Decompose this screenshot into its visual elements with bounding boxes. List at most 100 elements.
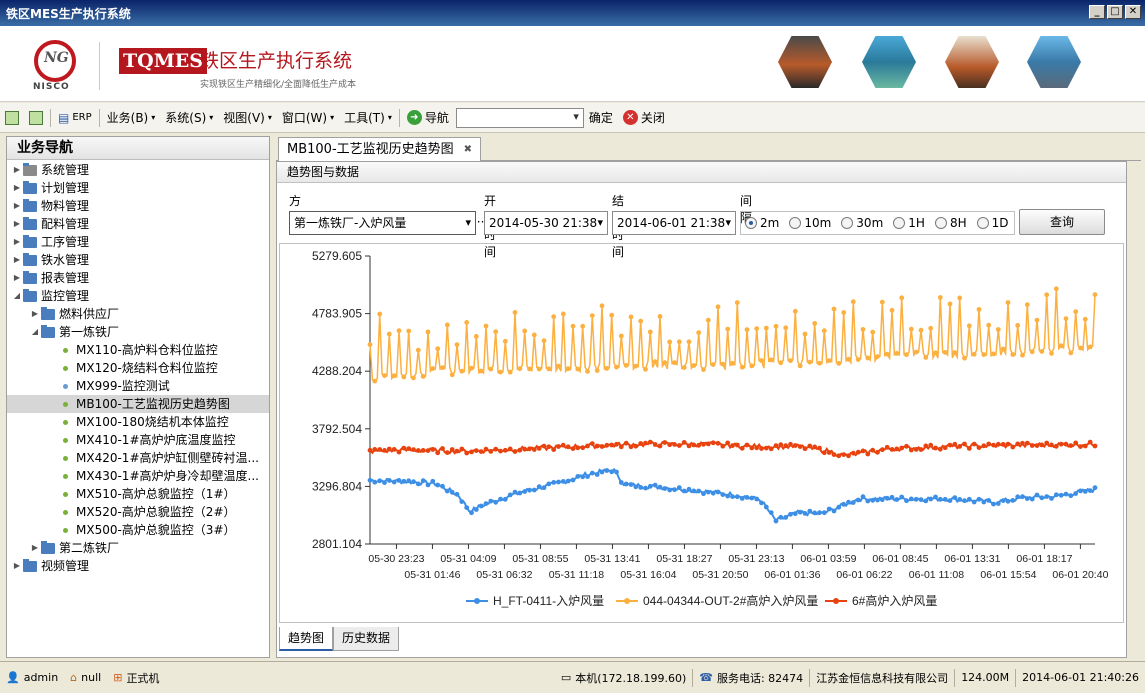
series-point bbox=[386, 478, 392, 483]
series-point bbox=[1073, 309, 1079, 315]
series-point bbox=[614, 364, 619, 370]
menu-window[interactable]: 窗口(W) ▾ bbox=[277, 107, 339, 129]
series-point bbox=[536, 366, 542, 372]
nav-item-process[interactable]: ▶ 工序管理 bbox=[7, 233, 269, 251]
series-point bbox=[575, 445, 581, 451]
series-point bbox=[1010, 444, 1016, 450]
nav-item-ironworks-1[interactable]: ◢ 第一炼铁厂 bbox=[7, 323, 269, 341]
nav-item-mx500[interactable]: MX500-高炉总貌监控（3#） bbox=[7, 521, 269, 539]
nav-item-fuel-plant[interactable]: ▶ 燃料供应厂 bbox=[7, 305, 269, 323]
close-window-button[interactable]: ✕ bbox=[1125, 5, 1141, 19]
nav-item-mb100[interactable]: MB100-工艺监视历史趋势图 bbox=[7, 395, 269, 413]
nav-item-material[interactable]: ▶ 物料管理 bbox=[7, 197, 269, 215]
series-point bbox=[454, 448, 460, 454]
interval-1d[interactable]: 1D bbox=[976, 216, 1008, 230]
nav-item-mx520[interactable]: MX520-高炉总貌监控（2#） bbox=[7, 503, 269, 521]
series-point bbox=[522, 328, 528, 334]
close-tab-icon[interactable]: ✖ bbox=[464, 138, 472, 162]
nav-item-mx510[interactable]: MX510-高炉总貌监控（1#） bbox=[7, 485, 269, 503]
nav-item-plan[interactable]: ▶ 计划管理 bbox=[7, 179, 269, 197]
nav-item-mx120[interactable]: MX120-烧结料仓料位监控 bbox=[7, 359, 269, 377]
erp-button[interactable]: ▤ ERP bbox=[53, 107, 97, 129]
series-point bbox=[821, 328, 827, 334]
query-button[interactable]: 查询 bbox=[1019, 209, 1105, 235]
x-tick-label: 05-31 20:50 bbox=[692, 569, 748, 581]
series-point bbox=[904, 498, 909, 504]
nav-item-video[interactable]: ▶ 视频管理 bbox=[7, 557, 269, 575]
series-point bbox=[952, 441, 958, 447]
tab-history-data[interactable]: 历史数据 bbox=[333, 627, 400, 651]
folder-icon bbox=[41, 306, 55, 320]
y-tick-label: 4783.905 bbox=[312, 307, 362, 321]
series-point bbox=[502, 447, 508, 453]
confirm-button[interactable]: 确定 bbox=[584, 107, 618, 129]
series-point bbox=[652, 482, 658, 488]
series-point bbox=[725, 493, 731, 499]
interval-8h[interactable]: 8H bbox=[934, 216, 967, 230]
series-point bbox=[420, 478, 426, 484]
menu-business[interactable]: 业务(B) ▾ bbox=[102, 107, 161, 129]
start-time-picker[interactable]: 2014-05-30 21:38 bbox=[484, 211, 608, 235]
layout-top-button[interactable] bbox=[24, 107, 48, 129]
interval-30m[interactable]: 30m bbox=[841, 216, 883, 230]
navigate-combo[interactable] bbox=[455, 107, 584, 128]
nav-item-mx430[interactable]: MX430-1#高炉炉身冷却壁温度... bbox=[7, 467, 269, 485]
end-time-picker[interactable]: 2014-06-01 21:38 bbox=[612, 211, 736, 235]
menu-view[interactable]: 视图(V) ▾ bbox=[218, 107, 277, 129]
nav-item-mx420[interactable]: MX420-1#高炉炉缸侧壁砖衬温... bbox=[7, 449, 269, 467]
scheme-select[interactable]: 第一炼铁厂-入炉风量 bbox=[289, 211, 476, 235]
nav-item-mx999[interactable]: MX999-监控测试 bbox=[7, 377, 269, 395]
minimize-button[interactable]: _ bbox=[1089, 5, 1105, 19]
layout-left-button[interactable] bbox=[0, 107, 24, 129]
series-point bbox=[604, 442, 610, 448]
series-point bbox=[1092, 292, 1098, 297]
status-company: 江苏金恒信息科技有限公司 bbox=[816, 671, 949, 685]
radio-icon bbox=[745, 217, 757, 229]
series-point bbox=[406, 328, 412, 334]
series-point bbox=[942, 350, 948, 355]
series-point bbox=[937, 446, 943, 452]
x-tick-label: 05-30 23:23 bbox=[368, 553, 424, 565]
nav-item-ironworks-2[interactable]: ▶ 第二炼铁厂 bbox=[7, 539, 269, 557]
status-memory: 124.00M bbox=[961, 671, 1010, 684]
close-button[interactable]: ✕ 关闭 bbox=[618, 107, 670, 129]
expand-icon: ▶ bbox=[13, 561, 21, 570]
series-point bbox=[696, 330, 702, 335]
series-point bbox=[850, 299, 856, 305]
business-navigation: 业务导航 ▶ 系统管理 ▶ 计划管理 ▶ 物料管理 ▶ 配料管理 ▶ 工序管理 ▶ 铁水管理… bbox=[6, 136, 270, 658]
series-point bbox=[488, 366, 494, 372]
maximize-button[interactable]: □ bbox=[1107, 5, 1123, 19]
nav-item-mx100[interactable]: MX100-180烧结机本体监控 bbox=[7, 413, 269, 431]
series-point bbox=[570, 446, 576, 451]
nav-item-system[interactable]: ▶ 系统管理 bbox=[7, 161, 269, 179]
series-point bbox=[812, 444, 818, 450]
series-point bbox=[507, 446, 513, 452]
series-point bbox=[913, 349, 919, 355]
nav-item-mx110[interactable]: MX110-高炉料仓料位监控 bbox=[7, 341, 269, 359]
nav-item-hot-metal[interactable]: ▶ 铁水管理 bbox=[7, 251, 269, 269]
interval-10m[interactable]: 10m bbox=[789, 216, 831, 230]
series-point bbox=[662, 486, 668, 491]
series-point bbox=[860, 448, 866, 454]
series-point bbox=[1068, 493, 1074, 499]
menu-system[interactable]: 系统(S) ▾ bbox=[160, 107, 218, 129]
series-point bbox=[628, 314, 634, 320]
series-point bbox=[672, 442, 677, 447]
interval-1h[interactable]: 1H bbox=[893, 216, 925, 230]
series-point bbox=[783, 443, 789, 449]
nav-item-reports[interactable]: ▶ 报表管理 bbox=[7, 269, 269, 287]
tab-mb100[interactable]: MB100-工艺监视历史趋势图 ✖ bbox=[278, 137, 482, 162]
series-point bbox=[551, 480, 557, 485]
logo-text: NISCO bbox=[33, 82, 70, 92]
nav-item-batching[interactable]: ▶ 配料管理 bbox=[7, 215, 269, 233]
nav-item-monitoring[interactable]: ◢ 监控管理 bbox=[7, 287, 269, 305]
series-point bbox=[841, 310, 847, 315]
nav-item-mx410[interactable]: MX410-1#高炉炉底温度监控 bbox=[7, 431, 269, 449]
menu-tools[interactable]: 工具(T) ▾ bbox=[339, 107, 397, 129]
series-point bbox=[382, 373, 387, 378]
folder-icon bbox=[23, 252, 37, 266]
plant-image bbox=[862, 36, 916, 88]
series-point bbox=[696, 488, 702, 494]
tab-trend-chart[interactable]: 趋势图 bbox=[279, 627, 334, 651]
interval-2m[interactable]: 2m bbox=[745, 216, 779, 230]
